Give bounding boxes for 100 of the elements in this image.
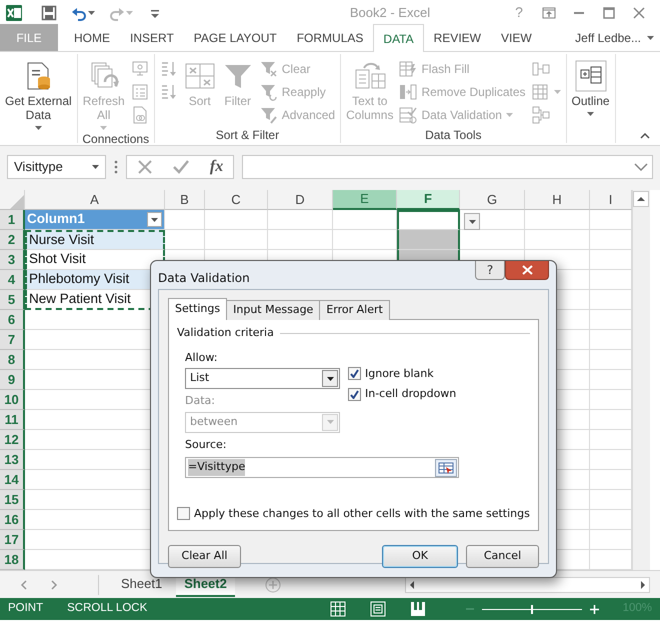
slider-thumb[interactable] [530, 604, 533, 614]
cell[interactable] [590, 230, 632, 250]
cancel-button[interactable] [136, 159, 153, 175]
new-sheet-button[interactable] [264, 576, 281, 592]
row-header[interactable]: 13 [0, 450, 25, 470]
ribbon-tab[interactable]: REVIEW [424, 24, 491, 51]
cell[interactable] [590, 490, 632, 510]
row-header[interactable]: 17 [0, 530, 25, 550]
collapse-ribbon-icon[interactable] [640, 133, 650, 139]
row-header[interactable]: 18 [0, 550, 25, 570]
dropdown-button[interactable] [464, 213, 480, 230]
enter-button[interactable] [172, 159, 190, 175]
name-box[interactable]: Visittype [7, 155, 106, 179]
ribbon-button[interactable]: Outline [570, 58, 612, 116]
row-header[interactable]: 9 [0, 370, 25, 390]
cell[interactable] [205, 210, 268, 230]
column-header[interactable]: A [25, 190, 165, 210]
dialog-button[interactable]: Clear All [168, 545, 241, 568]
previous-sheet-button[interactable] [20, 580, 28, 590]
cell[interactable] [590, 290, 632, 310]
cell[interactable] [590, 530, 632, 550]
cell[interactable] [165, 230, 205, 250]
cell[interactable] [205, 230, 268, 250]
cell[interactable] [590, 510, 632, 530]
ribbon-tab[interactable]: HOME [64, 24, 120, 51]
ribbon-tab[interactable]: DATA [373, 24, 424, 52]
row-header[interactable]: 7 [0, 330, 25, 350]
row-header[interactable]: 2 [0, 230, 25, 250]
file-tab[interactable]: FILE [0, 24, 58, 51]
cell[interactable] [590, 330, 632, 350]
help-button[interactable]: ? [504, 2, 534, 24]
dialog-button[interactable]: OK [382, 545, 458, 568]
close-button[interactable] [505, 261, 549, 280]
row-header[interactable]: 16 [0, 510, 25, 530]
cell[interactable] [525, 230, 590, 250]
row-header[interactable]: 12 [0, 430, 25, 450]
cell[interactable] [165, 210, 205, 230]
cell[interactable] [460, 230, 525, 250]
column-header[interactable]: I [590, 190, 632, 210]
ribbon-button[interactable]: Get External Data [3, 58, 74, 130]
cell[interactable] [590, 370, 632, 390]
ribbon-tab[interactable]: PAGE LAYOUT [184, 24, 287, 51]
column-header[interactable]: C [205, 190, 268, 210]
dialog-tab[interactable]: Input Message [226, 300, 320, 320]
row-header[interactable]: 4 [0, 270, 25, 290]
cell[interactable] [590, 310, 632, 330]
cell[interactable] [590, 250, 632, 270]
column-header[interactable]: G [460, 190, 525, 210]
cell[interactable] [590, 350, 632, 370]
formula-field[interactable] [242, 155, 653, 179]
checkbox[interactable] [348, 388, 361, 401]
cell[interactable] [590, 430, 632, 450]
cell[interactable] [590, 270, 632, 290]
sheet-tab[interactable]: Sheet1 [113, 572, 170, 596]
ribbon-tab[interactable]: VIEW [490, 24, 542, 51]
dialog-button[interactable]: Cancel [466, 545, 539, 568]
row-header[interactable]: 6 [0, 310, 25, 330]
cell[interactable] [268, 210, 333, 230]
row-header[interactable]: 15 [0, 490, 25, 510]
row-header[interactable]: 11 [0, 410, 25, 430]
expand-icon[interactable] [634, 163, 648, 171]
cell[interactable] [460, 210, 525, 230]
cell[interactable] [590, 450, 632, 470]
scroll-up-icon[interactable] [633, 191, 649, 207]
source-field[interactable]: =Visittype [185, 457, 459, 478]
page-break-button[interactable] [410, 601, 426, 617]
column-header[interactable]: D [268, 190, 333, 210]
dialog-tab[interactable]: Error Alert [319, 300, 390, 320]
row-header[interactable]: 3 [0, 250, 25, 270]
checkbox[interactable] [348, 367, 361, 380]
row-header[interactable]: 5 [0, 290, 25, 310]
help-button[interactable]: ? [475, 261, 505, 280]
checkbox[interactable] [177, 507, 190, 520]
allow-dropdown[interactable]: List [185, 368, 340, 389]
horizontal-scrollbar[interactable] [405, 576, 650, 592]
zoom-in-button[interactable] [590, 604, 599, 614]
row-header[interactable]: 10 [0, 390, 25, 410]
next-sheet-button[interactable] [50, 580, 58, 590]
dialog-tab[interactable]: Settings [168, 298, 228, 320]
account-button[interactable]: Jeff Ledbe... [575, 29, 660, 47]
column-header[interactable]: B [165, 190, 205, 210]
ribbon-tab[interactable]: FORMULAS [286, 24, 374, 51]
page-layout-button[interactable] [370, 601, 386, 617]
range-picker-button[interactable] [435, 458, 457, 476]
row-header[interactable]: 1 [0, 210, 25, 230]
cell[interactable] [590, 210, 632, 230]
cell[interactable] [268, 230, 333, 250]
row-header[interactable]: 14 [0, 470, 25, 490]
column-header[interactable]: E [333, 190, 397, 210]
insert-function-button[interactable]: fx [210, 155, 224, 179]
ribbon-tab[interactable]: INSERT [120, 24, 184, 51]
column-header[interactable]: H [525, 190, 590, 210]
cell[interactable] [590, 470, 632, 490]
filter-button[interactable] [147, 212, 162, 227]
cell[interactable] [590, 390, 632, 410]
cell[interactable] [333, 210, 397, 230]
normal-view-button[interactable] [330, 601, 346, 617]
cell[interactable] [525, 210, 590, 230]
selected-cell[interactable] [397, 230, 460, 250]
column-header[interactable]: F [397, 190, 460, 210]
